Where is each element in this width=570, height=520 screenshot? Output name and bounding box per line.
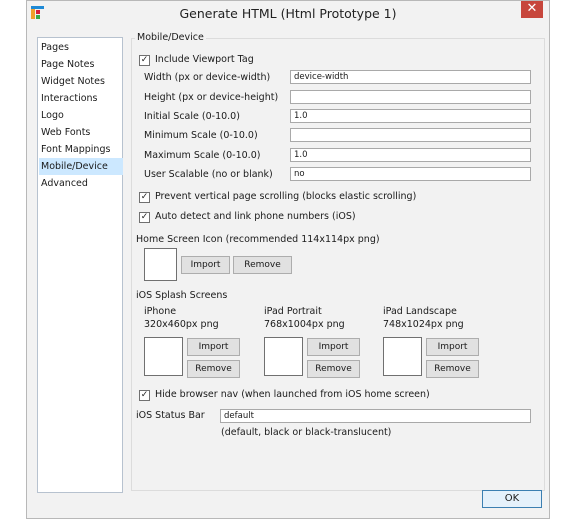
ok-button[interactable]: OK xyxy=(482,490,542,508)
ipad-landscape-import-button[interactable]: Import xyxy=(426,338,479,356)
auto-detect-phone-label: Auto detect and link phone numbers (iOS) xyxy=(155,211,356,222)
title-bar: Generate HTML (Html Prototype 1) ✕ xyxy=(27,1,549,27)
window-title: Generate HTML (Html Prototype 1) xyxy=(179,6,397,21)
include-viewport-label: Include Viewport Tag xyxy=(155,54,254,65)
width-input[interactable]: device-width xyxy=(290,70,531,84)
hide-browser-nav-label: Hide browser nav (when launched from iOS… xyxy=(155,389,430,400)
iphone-splash-preview xyxy=(144,337,183,376)
checkmark-icon: ✓ xyxy=(140,212,149,222)
hide-browser-nav-checkbox[interactable]: ✓ xyxy=(139,390,150,401)
home-icon-remove-button[interactable]: Remove xyxy=(233,256,292,274)
section-title: Mobile/Device xyxy=(135,32,206,43)
ios-splash-screens-label: iOS Splash Screens xyxy=(136,290,228,301)
ipad-landscape-label: iPad Landscape xyxy=(383,306,457,317)
home-screen-icon-label: Home Screen Icon (recommended 114x114px … xyxy=(136,234,380,245)
prevent-scrolling-label: Prevent vertical page scrolling (blocks … xyxy=(155,191,417,202)
user-scalable-input[interactable]: no xyxy=(290,167,531,181)
maximum-scale-input[interactable]: 1.0 xyxy=(290,148,531,162)
ipad-portrait-import-button[interactable]: Import xyxy=(307,338,360,356)
nav-item-page-notes[interactable]: Page Notes xyxy=(39,56,123,73)
close-button[interactable]: ✕ xyxy=(521,1,543,18)
nav-item-pages[interactable]: Pages xyxy=(39,39,123,56)
height-label: Height (px or device-height) xyxy=(144,92,279,103)
user-scalable-label: User Scalable (no or blank) xyxy=(144,169,273,180)
ipad-landscape-remove-button[interactable]: Remove xyxy=(426,360,479,378)
nav-item-mobile-device[interactable]: Mobile/Device xyxy=(39,158,123,175)
initial-scale-input[interactable]: 1.0 xyxy=(290,109,531,123)
iphone-remove-button[interactable]: Remove xyxy=(187,360,240,378)
ipad-landscape-size-label: 748x1024px png xyxy=(383,319,464,330)
ipad-portrait-size-label: 768x1004px png xyxy=(264,319,345,330)
auto-detect-phone-checkbox[interactable]: ✓ xyxy=(139,212,150,223)
prevent-scrolling-checkbox[interactable]: ✓ xyxy=(139,192,150,203)
ipad-portrait-splash-preview xyxy=(264,337,303,376)
minimum-scale-input[interactable] xyxy=(290,128,531,142)
maximum-scale-label: Maximum Scale (0-10.0) xyxy=(144,150,261,161)
ipad-landscape-splash-preview xyxy=(383,337,422,376)
ipad-portrait-remove-button[interactable]: Remove xyxy=(307,360,360,378)
minimum-scale-label: Minimum Scale (0-10.0) xyxy=(144,130,258,141)
ios-status-bar-hint: (default, black or black-translucent) xyxy=(221,427,392,438)
nav-item-font-mappings[interactable]: Font Mappings xyxy=(39,141,123,158)
ios-status-bar-input[interactable]: default xyxy=(220,409,531,423)
nav-item-web-fonts[interactable]: Web Fonts xyxy=(39,124,123,141)
checkmark-icon: ✓ xyxy=(140,390,149,400)
include-viewport-checkbox[interactable]: ✓ xyxy=(139,55,150,66)
nav-item-widget-notes[interactable]: Widget Notes xyxy=(39,73,123,90)
nav-item-interactions[interactable]: Interactions xyxy=(39,90,123,107)
checkmark-icon: ✓ xyxy=(140,192,149,202)
iphone-size-label: 320x460px png xyxy=(144,319,219,330)
checkmark-icon: ✓ xyxy=(140,55,149,65)
iphone-label: iPhone xyxy=(144,306,177,317)
nav-item-logo[interactable]: Logo xyxy=(39,107,123,124)
dialog-window: Generate HTML (Html Prototype 1) ✕ Pages… xyxy=(26,0,550,519)
width-label: Width (px or device-width) xyxy=(144,72,271,83)
settings-nav-list: Pages Page Notes Widget Notes Interactio… xyxy=(37,37,123,493)
iphone-import-button[interactable]: Import xyxy=(187,338,240,356)
nav-item-advanced[interactable]: Advanced xyxy=(39,175,123,192)
initial-scale-label: Initial Scale (0-10.0) xyxy=(144,111,240,122)
ipad-portrait-label: iPad Portrait xyxy=(264,306,322,317)
height-input[interactable] xyxy=(290,90,531,104)
home-icon-import-button[interactable]: Import xyxy=(181,256,230,274)
ios-status-bar-label: iOS Status Bar xyxy=(136,410,205,421)
home-screen-icon-preview xyxy=(144,248,177,281)
